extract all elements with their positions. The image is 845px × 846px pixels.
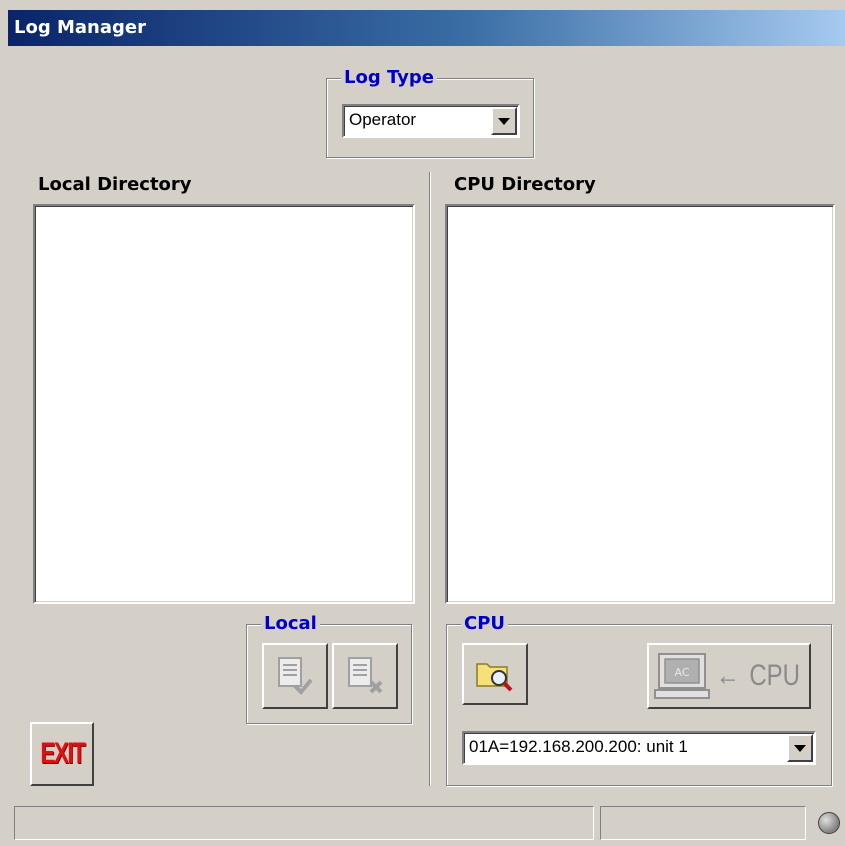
- log-type-legend: Log Type: [341, 67, 437, 89]
- browse-cpu-button[interactable]: [462, 643, 528, 705]
- log-type-group: Log Type Operator: [326, 67, 534, 158]
- computer-screen-text: AC: [675, 666, 690, 679]
- log-type-select[interactable]: Operator: [342, 104, 520, 138]
- transfer-arrow: ←: [716, 659, 741, 692]
- window-title: Log Manager: [14, 17, 146, 38]
- local-directory-label: Local Directory: [38, 174, 192, 195]
- cpu-directory-list[interactable]: [445, 204, 835, 604]
- title-bar: Log Manager: [8, 10, 845, 46]
- exit-label: EXIT: [39, 737, 86, 770]
- computer-icon: AC: [654, 653, 711, 699]
- cpu-legend: CPU: [461, 613, 509, 635]
- local-group: Local: [246, 613, 412, 724]
- log-type-value: Operator: [349, 110, 417, 129]
- delete-file-icon: [348, 657, 383, 694]
- cpu-directory-label: CPU Directory: [454, 174, 596, 195]
- local-legend: Local: [261, 613, 320, 635]
- panel-divider: [429, 172, 431, 786]
- cpu-transfer-label: CPU: [749, 659, 801, 692]
- log-manager-window: Log Type Operator Local Directory CPU Di…: [8, 46, 845, 846]
- upload-file-icon: [278, 657, 313, 695]
- cpu-group: CPU AC ← CPU 01A=192.168.200.200: unit 1: [446, 613, 832, 786]
- exit-button[interactable]: EXIT: [30, 722, 94, 786]
- delete-file-button[interactable]: [332, 643, 398, 709]
- status-bar-secondary: [600, 806, 806, 840]
- log-type-dropdown-button[interactable]: [491, 107, 517, 135]
- cpu-select[interactable]: 01A=192.168.200.200: unit 1: [462, 731, 816, 765]
- chevron-down-icon: [794, 744, 806, 752]
- cpu-dropdown-button[interactable]: [787, 734, 813, 762]
- folder-search-icon: [476, 663, 513, 692]
- status-indicator-icon: [818, 812, 840, 834]
- status-bar-main: [14, 806, 594, 840]
- local-directory-list[interactable]: [33, 204, 415, 604]
- cpu-transfer-button[interactable]: AC ← CPU: [647, 643, 811, 709]
- cpu-select-value: 01A=192.168.200.200: unit 1: [469, 737, 688, 756]
- chevron-down-icon: [498, 117, 510, 125]
- upload-to-cpu-button[interactable]: [262, 643, 328, 709]
